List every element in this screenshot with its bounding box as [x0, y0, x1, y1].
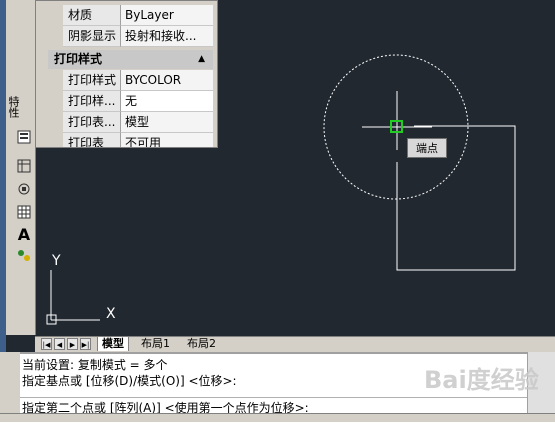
last-tab-icon[interactable]: ▶|	[80, 338, 91, 350]
watermark-logo: Bai度经验	[424, 366, 539, 394]
property-key: 打印样式	[63, 70, 121, 91]
prev-tab-icon[interactable]: ◀	[54, 338, 65, 350]
property-value[interactable]: 投射和接收...	[121, 26, 213, 47]
rotate-icon[interactable]	[15, 180, 33, 198]
tab-layout2[interactable]: 布局2	[183, 337, 220, 351]
section-title: 打印样式	[54, 52, 103, 66]
command-history-line: 指定基点或 [位移(D)/模式(O)] <位移>:	[22, 374, 237, 388]
first-tab-icon[interactable]: |◀	[41, 338, 52, 350]
property-key: 材质	[63, 5, 121, 26]
palette-title: 特性	[7, 96, 20, 118]
property-row-shadow[interactable]: 阴影显示 投射和接收...	[63, 26, 213, 47]
osnap-tooltip: 端点	[407, 138, 447, 158]
property-key: 打印样...	[63, 91, 121, 112]
table-icon[interactable]	[15, 203, 33, 221]
ucs-y-label: Y	[51, 253, 61, 269]
property-value[interactable]: 不可用	[121, 133, 213, 147]
text-icon[interactable]: A	[15, 225, 33, 244]
command-input[interactable]: 指定第二个点或 [阵列(A)] <使用第一个点作为位移>:	[20, 397, 527, 415]
layout-tab-bar: |◀ ◀ ▶ ▶| 模型 布局1 布局2	[35, 336, 555, 352]
properties-toggle-icon[interactable]	[15, 128, 33, 146]
tab-model[interactable]: 模型	[97, 337, 129, 351]
next-tab-icon[interactable]: ▶	[67, 338, 78, 350]
properties-panel: 材质 ByLayer 阴影显示 投射和接收... 打印样式 ▲ 打印样式 BYC…	[35, 0, 218, 148]
property-row-plot-style[interactable]: 打印样式 BYCOLOR	[63, 70, 213, 91]
dots-icon[interactable]	[15, 246, 33, 264]
property-key: 打印表	[63, 133, 121, 147]
property-row-plot-style-table[interactable]: 打印样... 无	[63, 91, 213, 112]
property-row-plot-table-type[interactable]: 打印表 不可用	[63, 133, 213, 147]
ucs-x-label: X	[106, 306, 116, 322]
property-key: 打印表...	[63, 112, 121, 133]
property-value[interactable]: BYCOLOR	[121, 70, 213, 91]
property-row-plot-table-attached[interactable]: 打印表... 模型	[63, 112, 213, 133]
properties-palette-strip: A	[6, 0, 36, 335]
property-value[interactable]: ByLayer	[121, 5, 213, 26]
command-history-line: 当前设置: 复制模式 = 多个	[22, 358, 168, 372]
section-header-plot-style[interactable]: 打印样式 ▲	[48, 50, 213, 69]
tab-layout1[interactable]: 布局1	[137, 337, 174, 351]
command-window-grip[interactable]	[0, 352, 20, 421]
property-key: 阴影显示	[63, 26, 121, 47]
property-value[interactable]: 无	[121, 91, 213, 112]
property-row-material[interactable]: 材质 ByLayer	[63, 5, 213, 26]
collapse-arrow-icon[interactable]: ▲	[198, 50, 205, 69]
property-value[interactable]: 模型	[121, 112, 213, 133]
grid-icon[interactable]	[15, 157, 33, 175]
